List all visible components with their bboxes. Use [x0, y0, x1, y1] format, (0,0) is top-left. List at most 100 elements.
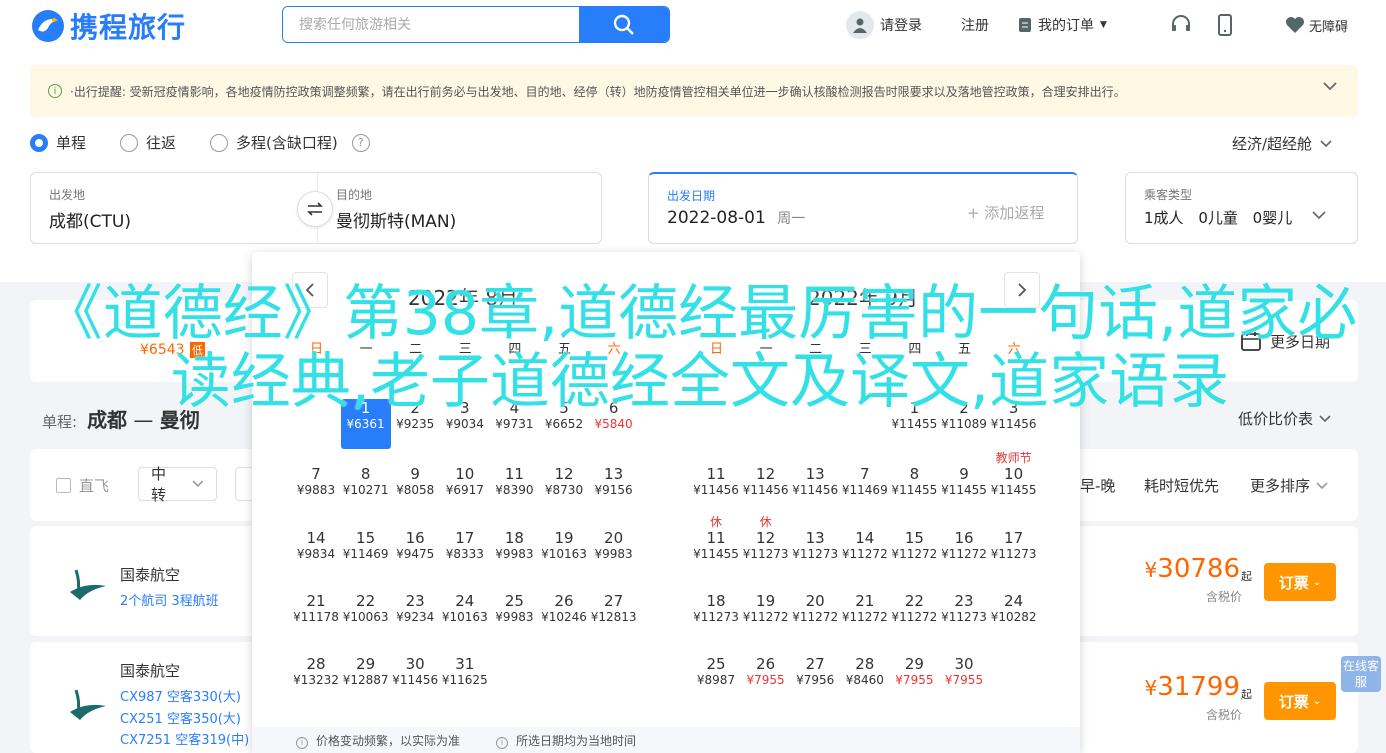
radio-one-way[interactable]: 单程 — [30, 132, 86, 153]
calendar-day[interactable]: 19 ¥10163 — [539, 529, 589, 579]
my-orders-menu[interactable]: 我的订单 ▼ — [1018, 10, 1107, 40]
calendar-day[interactable]: 27 ¥7956 — [790, 655, 840, 705]
calendar-day[interactable]: 25 ¥9983 — [489, 592, 539, 642]
calendar-day[interactable]: 30 ¥11456 — [390, 655, 440, 705]
from-field[interactable]: 出发地 成都(CTU) — [31, 173, 317, 243]
calendar-day[interactable]: 休 11 ¥11455 — [691, 515, 741, 579]
add-return-button[interactable]: + 添加返程 — [967, 202, 1044, 223]
book-button[interactable]: 订票 ⌄ — [1264, 563, 1336, 601]
calendar-day[interactable]: 21 ¥11178 — [291, 592, 341, 642]
book-button[interactable]: 订票 ⌄ — [1264, 682, 1336, 720]
calendar-day[interactable]: 25 ¥8987 — [691, 655, 741, 705]
flight-detail[interactable]: CX251 空客350(大) — [120, 708, 241, 727]
ctrip-logo[interactable]: 携程旅行 — [30, 6, 186, 46]
calendar-day[interactable]: 29 ¥7955 — [889, 655, 939, 705]
calendar-day[interactable]: 17 ¥11273 — [989, 529, 1039, 579]
calendar-day[interactable]: 20 ¥11272 — [790, 592, 840, 642]
calendar-day[interactable]: 27 ¥12813 — [589, 592, 639, 642]
flight-detail[interactable]: 2个航司 3程航班 — [120, 590, 219, 609]
calendar-day[interactable]: 14 ¥9834 — [291, 529, 341, 579]
flight-detail[interactable]: CX987 空客330(大) — [120, 686, 241, 705]
calendar-day[interactable]: 12 ¥8730 — [539, 465, 589, 515]
passenger-field[interactable]: 乘客类型 1成人 0儿童 0婴儿 — [1125, 172, 1358, 244]
calendar-day[interactable]: 14 ¥11272 — [840, 529, 890, 579]
calendar-day[interactable]: 13 ¥11456 — [790, 465, 840, 515]
price-compare-table-button[interactable]: 低价比价表 — [1238, 408, 1331, 429]
accessibility-button[interactable]: 无障碍 — [1285, 10, 1348, 40]
calendar-day[interactable]: 31 ¥11625 — [440, 655, 490, 705]
calendar-day[interactable]: 13 ¥9156 — [589, 465, 639, 515]
calendar-day[interactable]: 教师节 10 ¥11455 — [989, 451, 1039, 515]
sort-shortest[interactable]: 耗时短优先 — [1144, 475, 1219, 496]
flight-detail[interactable]: CX7251 空客319(中) — [120, 729, 249, 748]
calendar-day[interactable]: 2 ¥9235 — [390, 399, 440, 449]
calendar-day[interactable]: 13 ¥11273 — [790, 529, 840, 579]
login-link[interactable]: 请登录 — [846, 10, 922, 40]
calendar-day[interactable]: 26 ¥10246 — [539, 592, 589, 642]
to-field[interactable]: 目的地 曼彻斯特(MAN) — [317, 173, 603, 243]
more-sort-menu[interactable]: 更多排序 — [1250, 475, 1328, 496]
calendar-day[interactable]: 28 ¥13232 — [291, 655, 341, 705]
calendar-day[interactable]: 休 12 ¥11273 — [741, 515, 791, 579]
calendar-day[interactable]: 18 ¥9983 — [489, 529, 539, 579]
calendar-day[interactable]: 5 ¥6652 — [539, 399, 589, 449]
sort-early-late[interactable]: 早-晚 — [1080, 475, 1115, 496]
search-button[interactable] — [579, 7, 669, 42]
search-input[interactable] — [283, 7, 579, 42]
calendar-day[interactable]: 22 ¥11272 — [889, 592, 939, 642]
calendar-day[interactable]: 2 ¥11089 — [939, 399, 989, 449]
transfer-filter[interactable]: 中转 — [138, 465, 217, 504]
calendar-day[interactable]: 19 ¥11272 — [741, 592, 791, 642]
calendar-day[interactable]: 8 ¥10271 — [341, 465, 391, 515]
calendar-day[interactable]: 30 ¥7955 — [939, 655, 989, 705]
calendar-day[interactable]: 16 ¥9475 — [390, 529, 440, 579]
calendar-day[interactable]: 3 ¥11456 — [989, 399, 1039, 449]
swap-cities-button[interactable] — [297, 191, 333, 227]
calendar-day[interactable]: 24 ¥10163 — [440, 592, 490, 642]
calendar-day[interactable]: 6 ¥5840 — [589, 399, 639, 449]
calendar-day[interactable]: 20 ¥9983 — [589, 529, 639, 579]
calendar-day[interactable]: 12 ¥11456 — [741, 465, 791, 515]
calendar-day[interactable]: 15 ¥11469 — [341, 529, 391, 579]
calendar-day[interactable]: 23 ¥11273 — [939, 592, 989, 642]
calendar-day[interactable]: 9 ¥11455 — [939, 465, 989, 515]
calendar-day[interactable]: 7 ¥11469 — [840, 465, 890, 515]
calendar-day[interactable]: 7 ¥9883 — [291, 465, 341, 515]
prev-month-button[interactable] — [292, 272, 328, 308]
online-service-button[interactable]: 在线客服 — [1341, 656, 1381, 692]
calendar-day[interactable]: 18 ¥11273 — [691, 592, 741, 642]
calendar-day[interactable]: 9 ¥8058 — [390, 465, 440, 515]
calendar-day[interactable]: 10 ¥6917 — [440, 465, 490, 515]
chevron-down-icon[interactable] — [1322, 81, 1338, 91]
calendar-day[interactable]: 29 ¥12887 — [341, 655, 391, 705]
cabin-class-select[interactable]: 经济/超经舱 — [1232, 133, 1332, 154]
calendar-day[interactable]: 11 ¥11456 — [691, 465, 741, 515]
calendar-day[interactable]: 4 ¥9731 — [489, 399, 539, 449]
calendar-day[interactable]: 23 ¥9234 — [390, 592, 440, 642]
calendar-day[interactable]: 3 ¥9034 — [440, 399, 490, 449]
strip-price[interactable]: ¥6543 — [140, 342, 185, 358]
calendar-day[interactable]: 26 ¥7955 — [741, 655, 791, 705]
direct-checkbox[interactable]: 直飞 — [56, 475, 109, 496]
calendar-day[interactable]: 8 ¥11455 — [889, 465, 939, 515]
more-dates-button[interactable]: 更多日期 — [1240, 330, 1330, 352]
date-field[interactable]: 出发日期 2022-08-01 周一 + 添加返程 — [648, 172, 1078, 244]
next-month-button[interactable] — [1004, 272, 1040, 308]
calendar-day[interactable]: 17 ¥8333 — [440, 529, 490, 579]
calendar-day[interactable]: 22 ¥10063 — [341, 592, 391, 642]
help-icon[interactable]: ? — [351, 133, 370, 152]
register-link[interactable]: 注册 — [961, 10, 989, 40]
calendar-day[interactable]: 11 ¥8390 — [489, 465, 539, 515]
customer-service-button[interactable] — [1170, 10, 1192, 40]
radio-round-trip[interactable]: 往返 — [120, 132, 176, 153]
calendar-day[interactable]: 1 ¥6361 — [340, 399, 391, 449]
calendar-day[interactable]: 28 ¥8460 — [840, 655, 890, 705]
calendar-day[interactable]: 1 ¥11455 — [889, 399, 939, 449]
radio-multi-city[interactable]: 多程(含缺口程) — [210, 132, 338, 153]
calendar-day[interactable]: 15 ¥11272 — [889, 529, 939, 579]
day-price: ¥11178 — [293, 610, 339, 624]
calendar-day[interactable]: 16 ¥11272 — [939, 529, 989, 579]
calendar-day[interactable]: 24 ¥10282 — [989, 592, 1039, 642]
mobile-app-button[interactable] — [1218, 10, 1232, 40]
calendar-day[interactable]: 21 ¥11272 — [840, 592, 890, 642]
